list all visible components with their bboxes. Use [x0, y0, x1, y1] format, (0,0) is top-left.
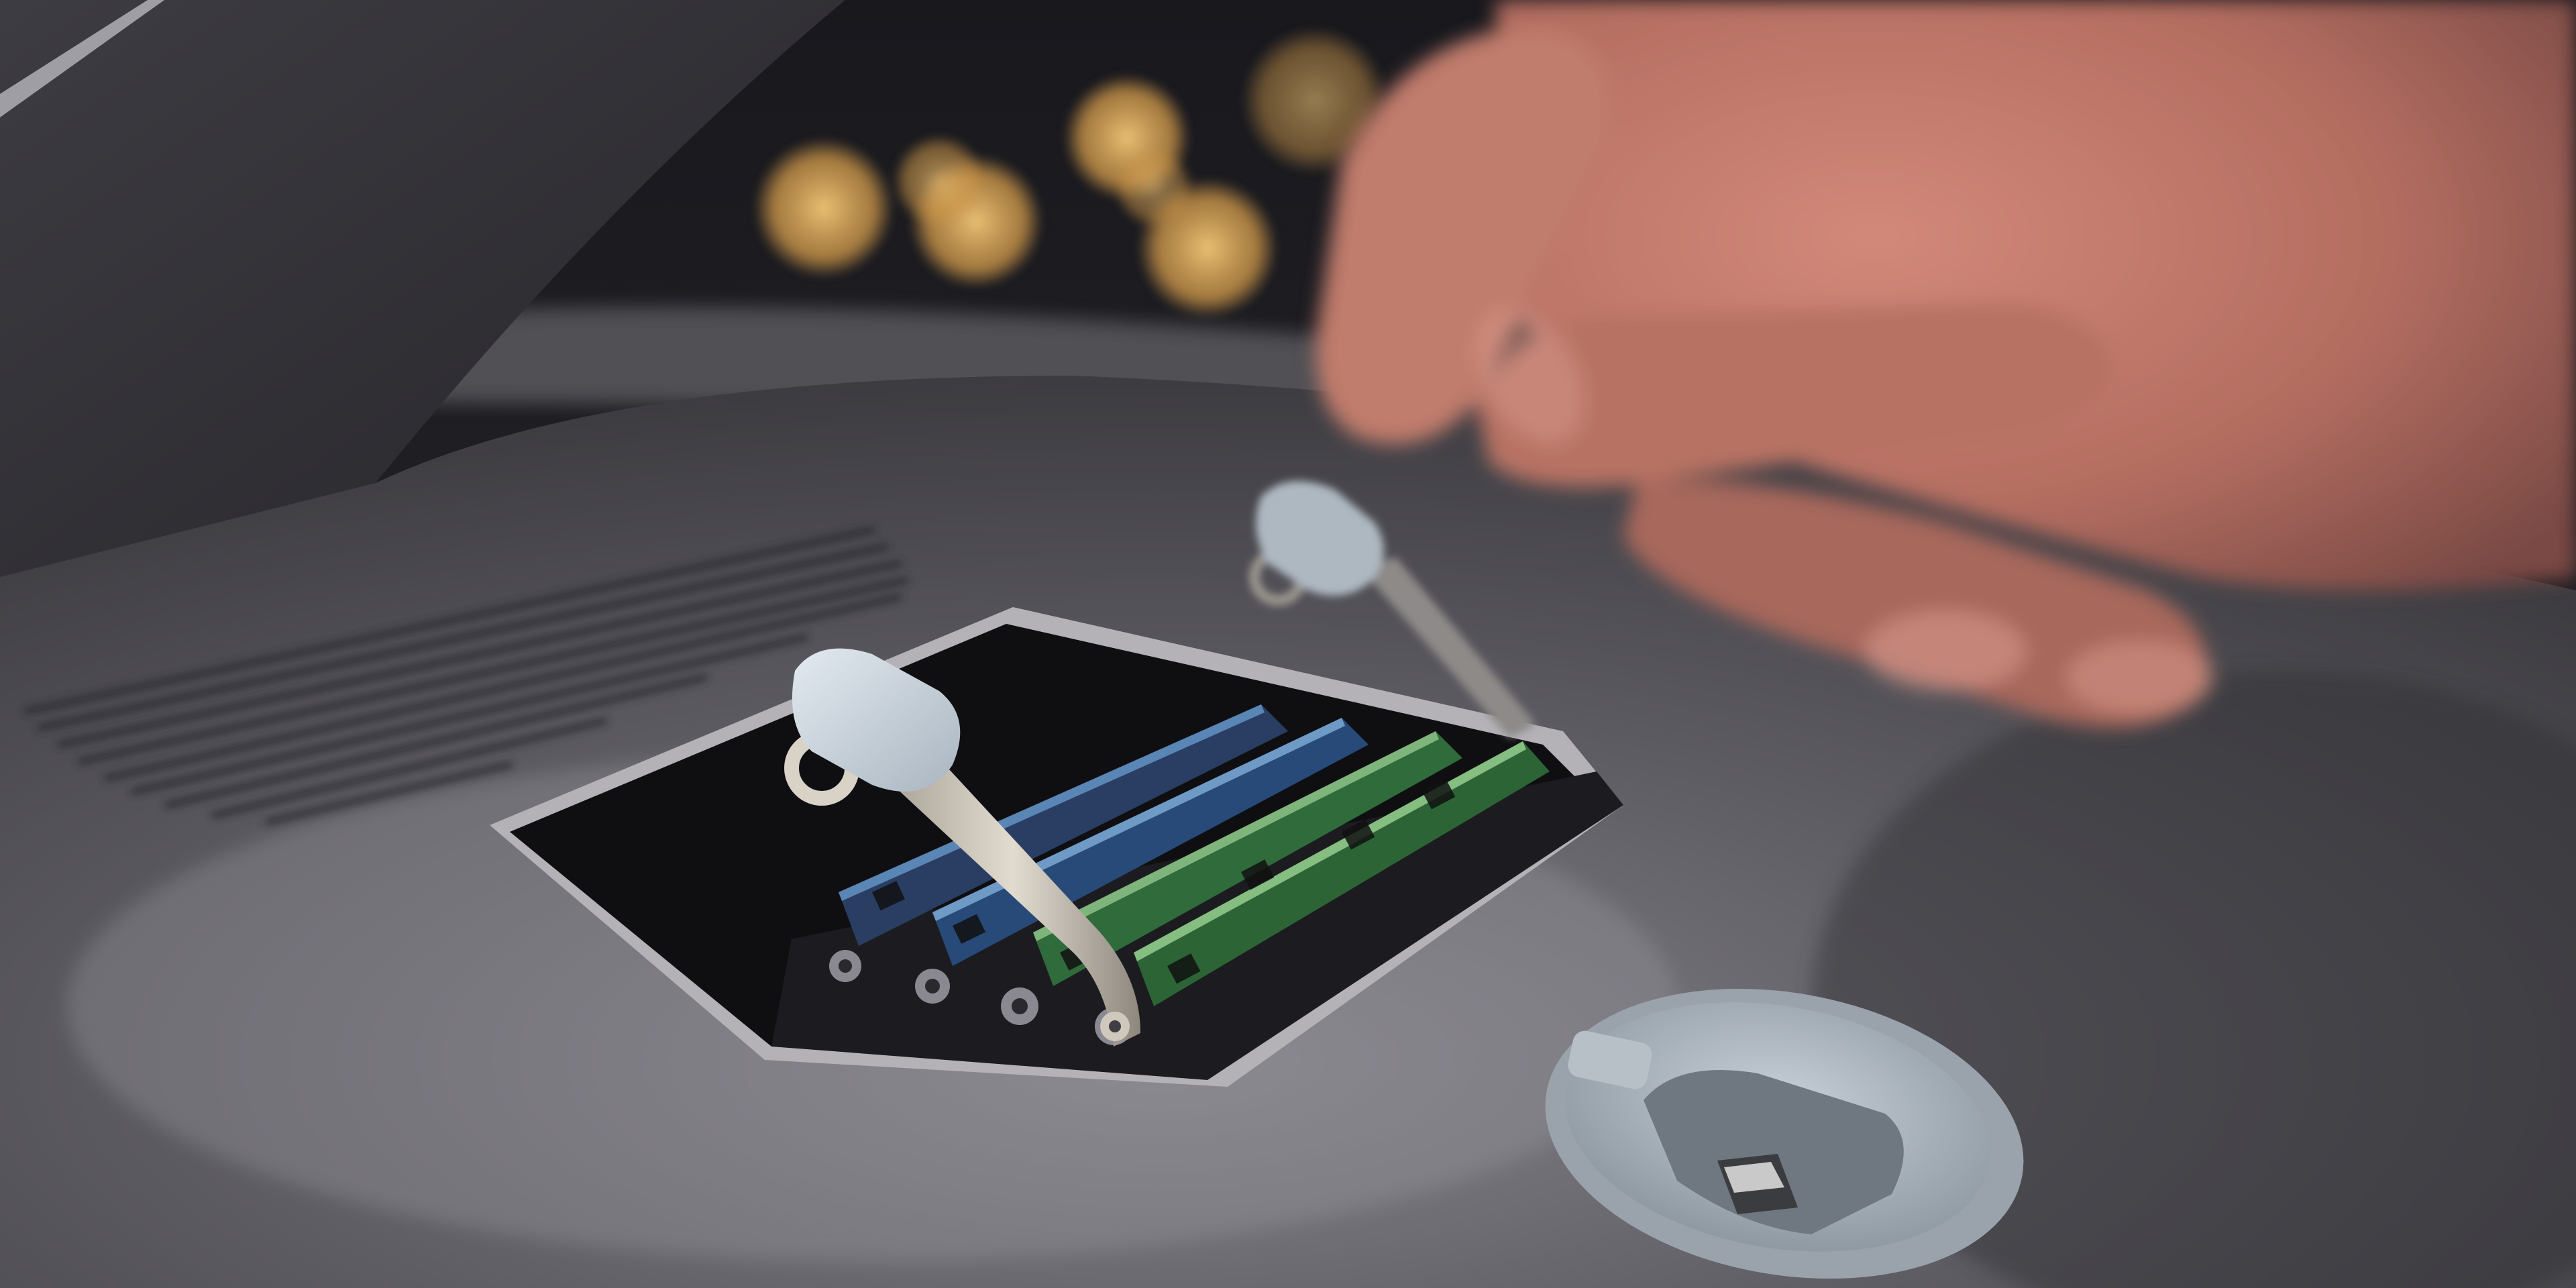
- photo-scene: [0, 0, 2576, 1288]
- photo-illustration: [0, 0, 2576, 1288]
